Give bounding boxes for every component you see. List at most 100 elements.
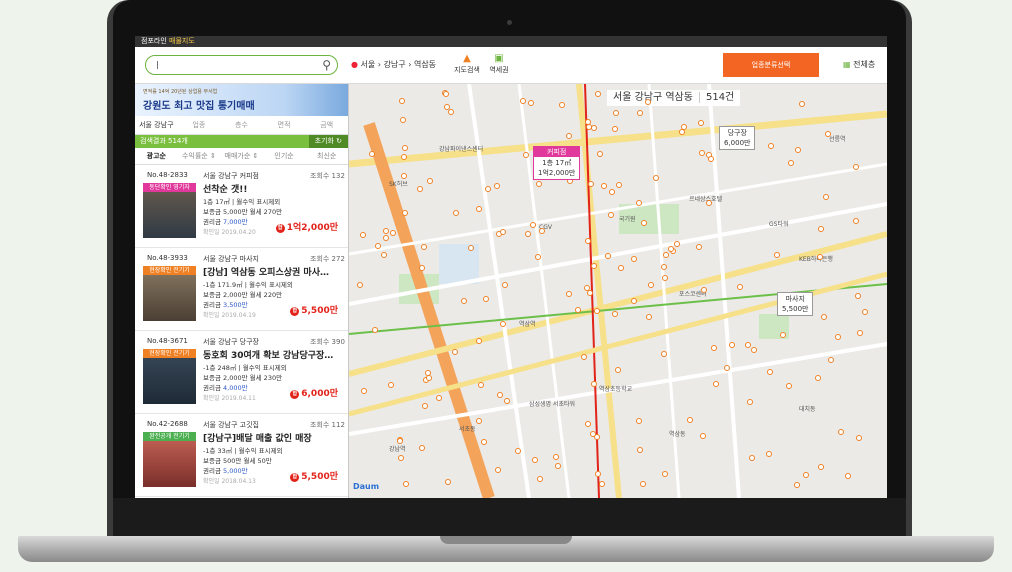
- listing-marker[interactable]: [608, 212, 614, 218]
- listing-marker[interactable]: [581, 354, 587, 360]
- listing-marker[interactable]: [468, 245, 474, 251]
- listing-marker[interactable]: [640, 481, 646, 487]
- listing-marker[interactable]: [601, 183, 607, 189]
- listing-marker[interactable]: [631, 256, 637, 262]
- listing-marker[interactable]: [780, 332, 786, 338]
- listing-photo[interactable]: 동단확인 영기자: [143, 183, 196, 238]
- map-callout-coffee[interactable]: 커피점 1층 17㎡ 1억2,000만: [533, 146, 581, 180]
- listing-marker[interactable]: [605, 253, 611, 259]
- listing-marker[interactable]: [528, 100, 534, 106]
- listing-marker[interactable]: [597, 151, 603, 157]
- listing-marker[interactable]: [699, 150, 705, 156]
- listing-marker[interactable]: [502, 282, 508, 288]
- sort-popular[interactable]: 인기순: [263, 151, 306, 161]
- listing-marker[interactable]: [381, 252, 387, 258]
- listing-marker[interactable]: [559, 102, 565, 108]
- sort-price[interactable]: 매매가순 ⇕: [220, 151, 263, 161]
- listing-marker[interactable]: [708, 156, 714, 162]
- listing-marker[interactable]: [495, 467, 501, 473]
- listing-marker[interactable]: [485, 186, 491, 192]
- listing-photo[interactable]: 현장확인 전기기: [143, 266, 196, 321]
- listing-marker[interactable]: [497, 392, 503, 398]
- listing-marker[interactable]: [856, 435, 862, 441]
- listing-title[interactable]: 동호회 30여개 확보 강남당구장…: [203, 348, 343, 361]
- map-search-button[interactable]: ▲ 지도검색: [453, 53, 481, 75]
- listing-item[interactable]: No.48-3671 서울 강남구 당구장 조회수 390 현장확인 전기기 동…: [135, 331, 348, 414]
- listing-marker[interactable]: [737, 284, 743, 290]
- category-select-button[interactable]: 업종분류선택: [723, 53, 819, 77]
- listing-marker[interactable]: [595, 471, 601, 477]
- listing-marker[interactable]: [641, 220, 647, 226]
- listing-marker[interactable]: [575, 307, 581, 313]
- filter-area[interactable]: 면적: [263, 120, 306, 130]
- listing-marker[interactable]: [706, 200, 712, 206]
- listing-marker[interactable]: [711, 345, 717, 351]
- listing-marker[interactable]: [417, 186, 423, 192]
- listing-marker[interactable]: [419, 445, 425, 451]
- listing-marker[interactable]: [588, 181, 594, 187]
- listing-marker[interactable]: [653, 175, 659, 181]
- listing-item[interactable]: No.48-3933 서울 강남구 마사지 조회수 272 현장확인 전기기 […: [135, 248, 348, 331]
- listing-marker[interactable]: [825, 131, 831, 137]
- listing-marker[interactable]: [595, 91, 601, 97]
- listing-marker[interactable]: [612, 126, 618, 132]
- listing-marker[interactable]: [536, 181, 542, 187]
- listing-marker[interactable]: [383, 228, 389, 234]
- listing-title[interactable]: [강남구]배달 매출 값인 매장: [203, 431, 343, 444]
- listing-marker[interactable]: [795, 147, 801, 153]
- listing-marker[interactable]: [537, 476, 543, 482]
- listing-marker[interactable]: [478, 382, 484, 388]
- listing-marker[interactable]: [646, 314, 652, 320]
- ad-banner[interactable]: 면적률 14억 20년된 상업용 부서업 강원도 최고 맛집 통기매매: [135, 84, 348, 116]
- listing-marker[interactable]: [818, 226, 824, 232]
- listing-marker[interactable]: [729, 342, 735, 348]
- filter-region[interactable]: 서울 강남구: [135, 120, 178, 130]
- listing-marker[interactable]: [828, 357, 834, 363]
- listing-marker[interactable]: [400, 117, 406, 123]
- listing-marker[interactable]: [398, 455, 404, 461]
- breadcrumb-district[interactable]: 강남구: [384, 60, 406, 69]
- listing-marker[interactable]: [525, 231, 531, 237]
- listing-item[interactable]: No.48-2833 서울 강남구 커피점 조회수 132 동단확인 영기자 선…: [135, 165, 348, 248]
- map-callout-massage[interactable]: 마사지 5,500만: [777, 292, 814, 316]
- listing-marker[interactable]: [539, 228, 545, 234]
- listing-marker[interactable]: [425, 370, 431, 376]
- listing-photo[interactable]: 완전공개 전기기: [143, 432, 196, 487]
- listing-marker[interactable]: [444, 104, 450, 110]
- listing-marker[interactable]: [585, 421, 591, 427]
- listing-marker[interactable]: [679, 129, 685, 135]
- listing-marker[interactable]: [448, 109, 454, 115]
- listing-marker[interactable]: [388, 382, 394, 388]
- listing-marker[interactable]: [821, 314, 827, 320]
- reset-button[interactable]: 초기화 ↻: [308, 135, 348, 148]
- listing-marker[interactable]: [401, 154, 407, 160]
- listing-marker[interactable]: [618, 265, 624, 271]
- listing-marker[interactable]: [645, 99, 651, 105]
- listing-marker[interactable]: [520, 98, 526, 104]
- listing-marker[interactable]: [461, 298, 467, 304]
- listing-marker[interactable]: [500, 321, 506, 327]
- listing-marker[interactable]: [637, 447, 643, 453]
- filter-floor[interactable]: 층수: [220, 120, 263, 130]
- listing-marker[interactable]: [383, 235, 389, 241]
- filter-category[interactable]: 업종: [178, 120, 221, 130]
- listing-marker[interactable]: [786, 383, 792, 389]
- listing-marker[interactable]: [504, 398, 510, 404]
- listing-marker[interactable]: [637, 110, 643, 116]
- listing-marker[interactable]: [476, 418, 482, 424]
- listing-marker[interactable]: [794, 482, 800, 488]
- listing-marker[interactable]: [661, 351, 667, 357]
- listing-marker[interactable]: [768, 143, 774, 149]
- listing-marker[interactable]: [361, 388, 367, 394]
- listing-marker[interactable]: [835, 334, 841, 340]
- listing-marker[interactable]: [390, 230, 396, 236]
- listing-marker[interactable]: [751, 347, 757, 353]
- listing-marker[interactable]: [599, 481, 605, 487]
- listing-marker[interactable]: [357, 282, 363, 288]
- listing-marker[interactable]: [662, 275, 668, 281]
- listing-marker[interactable]: [586, 124, 592, 130]
- listing-marker[interactable]: [668, 246, 674, 252]
- listing-marker[interactable]: [713, 381, 719, 387]
- listing-title[interactable]: 선착순 갯!!: [203, 182, 343, 195]
- listing-marker[interactable]: [375, 243, 381, 249]
